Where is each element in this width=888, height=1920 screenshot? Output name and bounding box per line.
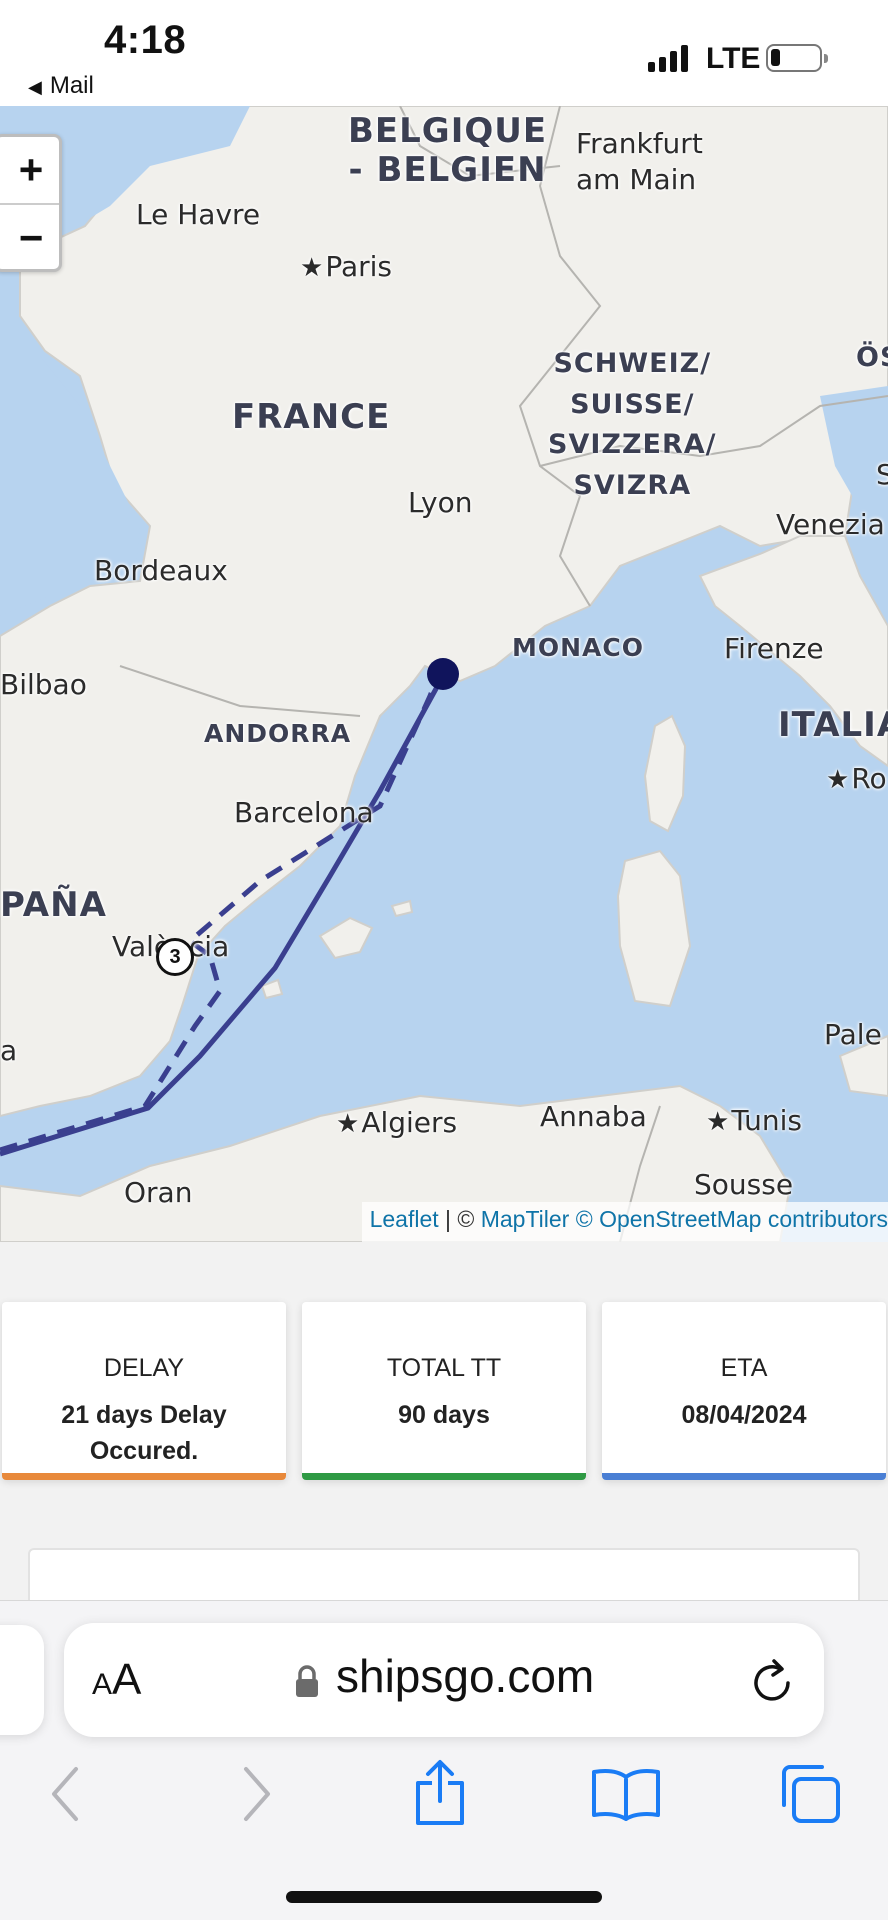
label-monaco: MONACO — [512, 633, 645, 662]
delay-card-bar — [2, 1473, 286, 1480]
label-osterreich: ÖS — [856, 342, 888, 373]
previous-tab-peek[interactable] — [0, 1625, 44, 1735]
eta-card-bar — [602, 1473, 886, 1480]
label-schweiz-line3: SVIZZERA/ — [548, 429, 717, 460]
label-frankfurt-line2: am Main — [576, 163, 697, 197]
zoom-out-button[interactable]: − — [0, 205, 59, 271]
address-bar[interactable]: AA shipsgo.com — [64, 1623, 824, 1737]
battery-level — [771, 49, 780, 66]
label-paris: ★Paris — [300, 250, 392, 283]
total-tt-card-value: 90 days — [398, 1401, 490, 1429]
label-paris-text: Paris — [325, 250, 392, 283]
summary-cards: DELAY 21 days Delay Occured. TOTAL TT 90… — [0, 1242, 888, 1628]
delay-card: DELAY 21 days Delay Occured. — [2, 1302, 286, 1480]
label-tunis-text: Tunis — [731, 1104, 803, 1137]
text-size-small-a: A — [92, 1668, 113, 1701]
text-size-large-a: A — [112, 1655, 142, 1704]
back-app-label: Mail — [49, 72, 94, 99]
label-le-havre: Le Havre — [136, 198, 261, 231]
delay-card-title: DELAY — [103, 1354, 185, 1382]
port-stop-marker[interactable]: 3 — [156, 938, 194, 976]
browser-bottom-bar: AA shipsgo.com — [0, 1600, 888, 1920]
maptiler-link[interactable]: MapTiler — [481, 1206, 570, 1232]
share-icon[interactable] — [412, 1759, 468, 1827]
forward-chevron-icon[interactable] — [240, 1765, 274, 1823]
back-chevron-icon[interactable] — [48, 1765, 82, 1823]
capital-star-icon: ★ — [706, 1107, 730, 1137]
leaflet-link[interactable]: Leaflet — [370, 1206, 439, 1232]
browser-toolbar — [0, 1759, 888, 1859]
label-belgique-line1: BELGIQUE — [348, 111, 548, 151]
capital-star-icon: ★ — [336, 1109, 360, 1139]
label-algiers: ★Algiers — [336, 1106, 457, 1139]
total-tt-card-title: TOTAL TT — [386, 1354, 502, 1382]
eta-card-title: ETA — [720, 1354, 768, 1382]
back-to-app-button[interactable]: ◀ Mail — [28, 72, 94, 100]
back-triangle-icon: ◀ — [28, 77, 42, 97]
label-edge-s: S — [876, 458, 888, 491]
label-schweiz-line2: SUISSE/ — [570, 388, 695, 420]
bookmarks-icon[interactable] — [590, 1767, 662, 1821]
eta-card: ETA 08/04/2024 — [602, 1302, 886, 1480]
label-tunis: ★Tunis — [706, 1104, 802, 1137]
label-belgique: BELGIQUE - BELGIEN — [348, 111, 548, 191]
label-schweiz-line4: SVIZRA — [573, 469, 692, 501]
attribution-separator: | © — [438, 1206, 481, 1232]
home-indicator — [286, 1891, 602, 1903]
tabs-icon[interactable] — [778, 1763, 842, 1825]
label-firenze: Firenze — [724, 632, 824, 665]
port-stop-number: 3 — [169, 945, 181, 968]
reload-icon[interactable] — [750, 1655, 796, 1705]
label-venezia: Venezia — [776, 508, 885, 541]
label-palermo: Pale — [824, 1018, 882, 1051]
capital-star-icon: ★ — [826, 765, 850, 795]
cellular-signal-icon — [648, 44, 688, 72]
label-barcelona: Barcelona — [234, 796, 374, 829]
total-tt-card: TOTAL TT 90 days — [302, 1302, 586, 1480]
zoom-in-button[interactable]: + — [0, 137, 59, 203]
label-espana: PAÑA — [0, 885, 107, 925]
map-attribution: Leaflet | © MapTiler © OpenStreetMap con… — [361, 1202, 888, 1242]
osm-link[interactable]: © OpenStreetMap contributors — [576, 1206, 888, 1232]
lock-icon — [296, 1665, 318, 1697]
label-schweiz: SCHWEIZ/ SUISSE/ SVIZZERA/ SVIZRA — [548, 344, 717, 506]
label-schweiz-line1: SCHWEIZ/ — [553, 348, 712, 379]
battery-icon — [766, 44, 828, 72]
label-belgique-line2: - BELGIEN — [348, 150, 547, 191]
label-frankfurt: Frankfurt am Main — [576, 126, 703, 199]
label-italia: ITALIA — [778, 705, 888, 745]
label-france: FRANCE — [232, 397, 391, 437]
url-text[interactable]: shipsgo.com — [336, 1649, 594, 1703]
status-bar: 4:18 ◀ Mail LTE — [0, 0, 888, 106]
text-size-button[interactable]: AA — [92, 1655, 141, 1705]
label-andorra: ANDORRA — [204, 719, 352, 748]
label-roma-text: Ro — [851, 762, 887, 795]
total-tt-card-bar — [302, 1473, 586, 1480]
network-type: LTE — [706, 42, 761, 75]
route-layer — [0, 658, 459, 1157]
label-annaba: Annaba — [540, 1100, 647, 1133]
label-sousse: Sousse — [694, 1168, 794, 1201]
label-lyon: Lyon — [408, 486, 473, 519]
label-bilbao: Bilbao — [0, 668, 87, 701]
capital-star-icon: ★ — [300, 253, 324, 283]
label-bordeaux: Bordeaux — [94, 554, 228, 587]
label-roma: ★Ro — [826, 762, 887, 795]
label-oran: Oran — [124, 1176, 193, 1209]
label-algiers-text: Algiers — [361, 1106, 458, 1139]
eta-card-value: 08/04/2024 — [681, 1401, 807, 1429]
label-frankfurt-line1: Frankfurt — [576, 127, 703, 160]
zoom-control: + − — [0, 134, 62, 272]
route-map[interactable]: BELGIQUE - BELGIEN Frankfurt am Main Le … — [0, 106, 888, 1242]
clock: 4:18 — [104, 18, 187, 62]
delay-card-value: 21 days Delay Occured. — [61, 1401, 227, 1466]
current-position-marker — [427, 658, 459, 690]
label-edge-a: a — [0, 1034, 18, 1067]
